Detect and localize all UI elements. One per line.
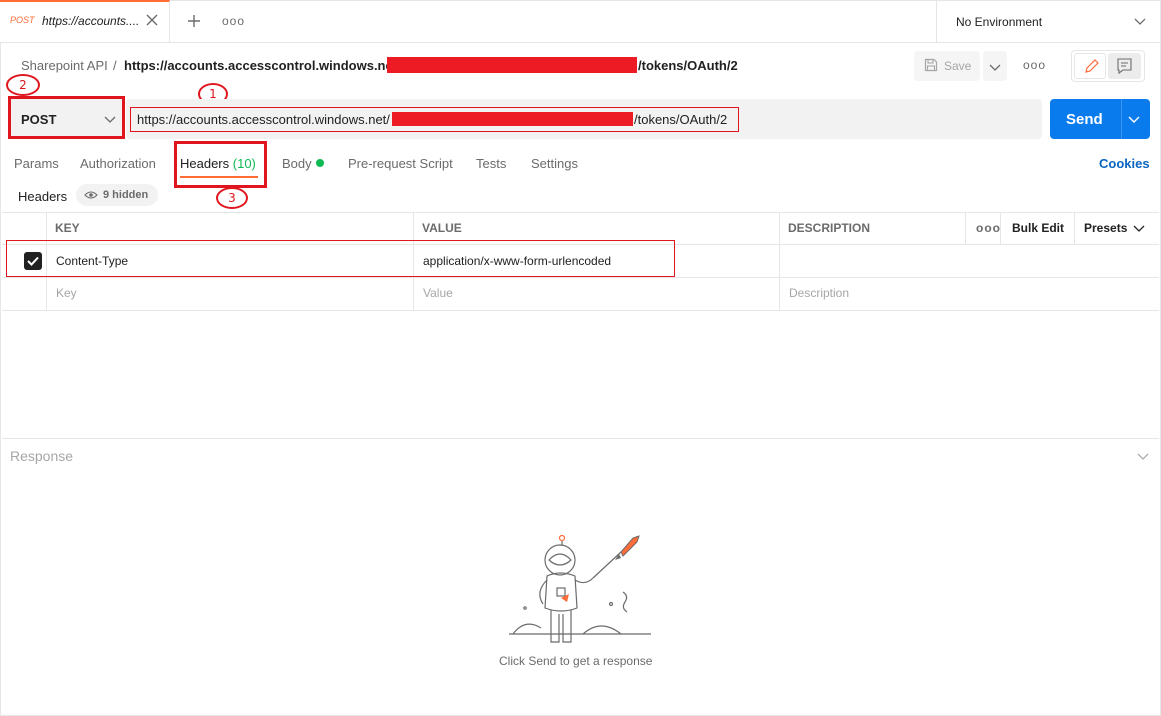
presets-dropdown[interactable]: Presets	[1084, 221, 1127, 235]
table-divider	[1074, 212, 1075, 244]
column-header-description: DESCRIPTION	[788, 221, 871, 235]
plus-icon[interactable]	[186, 13, 202, 29]
pencil-icon	[1085, 59, 1099, 73]
annotation-marker-3: 3	[216, 187, 248, 209]
cookies-link[interactable]: Cookies	[1099, 156, 1150, 171]
new-key-input[interactable]: Key	[56, 286, 77, 300]
chevron-down-icon[interactable]	[1137, 451, 1149, 461]
column-header-value: VALUE	[422, 221, 462, 235]
tab-body[interactable]: Body	[282, 156, 312, 171]
tab-pre-request-script[interactable]: Pre-request Script	[348, 156, 453, 171]
comments-button[interactable]	[1108, 53, 1141, 79]
tab-authorization[interactable]: Authorization	[80, 156, 156, 171]
tab-title: https://accounts....	[42, 14, 140, 28]
tab-tests[interactable]: Tests	[476, 156, 506, 171]
bulk-edit-button[interactable]: Bulk Edit	[1012, 221, 1064, 235]
annotation-box-method	[8, 96, 125, 139]
new-value-input[interactable]: Value	[423, 286, 453, 300]
response-title[interactable]: Response	[10, 448, 73, 464]
astronaut-illustration-icon	[509, 534, 651, 643]
annotation-box-header-row	[6, 240, 675, 277]
table-border-row1	[2, 277, 1159, 278]
tab-settings[interactable]: Settings	[531, 156, 578, 171]
table-divider	[965, 212, 966, 244]
environment-label: No Environment	[956, 15, 1043, 29]
comment-icon	[1117, 58, 1132, 75]
table-border-top	[2, 212, 1159, 213]
more-options-icon[interactable]: ooo	[1023, 58, 1046, 72]
eye-icon	[84, 191, 98, 199]
body-active-dot	[316, 159, 324, 167]
breadcrumb-separator: /	[113, 58, 117, 73]
close-icon[interactable]	[145, 13, 159, 27]
table-border-row2	[2, 310, 1159, 311]
table-divider	[779, 212, 780, 310]
breadcrumb-request-name-end[interactable]: /tokens/OAuth/2	[638, 58, 738, 73]
hidden-headers-count: 9 hidden	[103, 189, 149, 201]
tab-params[interactable]: Params	[14, 156, 59, 171]
response-empty-hint: Click Send to get a response	[499, 654, 653, 668]
chevron-down-icon	[1133, 225, 1145, 232]
send-label: Send	[1066, 111, 1103, 128]
headers-title: Headers	[18, 189, 68, 204]
annotation-marker-2: 2	[6, 74, 40, 96]
breadcrumb-collection[interactable]: Sharepoint API	[21, 58, 108, 73]
more-options-icon[interactable]: ooo	[976, 221, 1001, 235]
chevron-down-icon	[1134, 18, 1146, 25]
more-tabs-icon[interactable]: ooo	[222, 14, 245, 28]
save-label: Save	[944, 59, 972, 73]
chevron-down-icon[interactable]	[1128, 114, 1140, 124]
response-divider	[2, 438, 1159, 439]
annotation-box-headers	[174, 141, 267, 188]
annotation-box-url	[130, 107, 739, 132]
send-divider	[1121, 99, 1122, 139]
chevron-down-icon	[989, 64, 1001, 71]
column-header-key: KEY	[55, 221, 80, 235]
breadcrumb-request-name[interactable]: https://accounts.accesscontrol.windows.n…	[124, 58, 401, 73]
save-icon	[924, 58, 938, 72]
redaction-bar	[387, 57, 637, 73]
edit-mode-button[interactable]	[1074, 53, 1106, 79]
tab-method-label: POST	[10, 15, 35, 25]
new-description-input[interactable]: Description	[789, 286, 849, 300]
